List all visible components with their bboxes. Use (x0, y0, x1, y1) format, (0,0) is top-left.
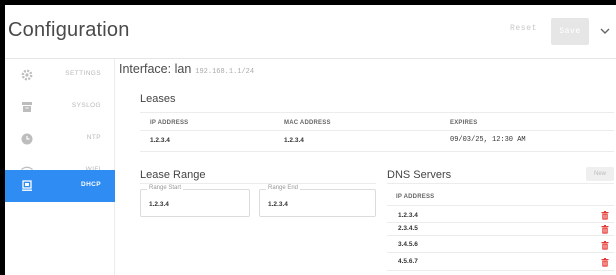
delete-icon[interactable] (601, 211, 609, 220)
app-window: Configuration Reset Save SETTINGS SYSLOG (5, 5, 616, 275)
lease-range-title: Lease Range (140, 169, 206, 181)
lease-ip: 1.2.3.4 (150, 137, 170, 144)
sidebar-item-syslog[interactable]: SYSLOG (5, 91, 115, 123)
sidebar: SETTINGS SYSLOG NTP WIFI (5, 59, 115, 275)
lease-expires: 09/03/25, 12:30 AM (450, 136, 526, 144)
divider (387, 252, 614, 253)
range-end-label: Range End (266, 185, 301, 191)
interface-subtitle: 192.168.1.1/24 (195, 68, 255, 76)
divider (387, 270, 614, 271)
dhcp-icon (22, 180, 32, 191)
delete-icon[interactable] (601, 258, 609, 267)
sidebar-item-label: SYSLOG (71, 102, 101, 109)
clock-icon (21, 133, 33, 145)
divider (387, 235, 614, 236)
page-title: Configuration (8, 19, 130, 41)
dns-server-ip: 3.4.5.6 (398, 241, 418, 248)
sidebar-item-label: DHCP (80, 181, 101, 188)
delete-icon[interactable] (601, 241, 609, 250)
sidebar-item-dhcp[interactable]: DHCP (5, 170, 115, 202)
divider (140, 151, 614, 152)
range-end-input[interactable] (268, 201, 348, 208)
interface-label: Interface: lan (119, 62, 192, 76)
dns-server-ip: 1.2.3.4 (398, 212, 418, 219)
divider (387, 183, 614, 184)
dns-server-ip: 4.5.6.7 (398, 258, 418, 265)
divider (387, 205, 614, 206)
range-start-label: Range Start (147, 185, 184, 191)
delete-icon[interactable] (601, 225, 609, 234)
leases-title: Leases (140, 93, 176, 105)
reset-button[interactable]: Reset (510, 24, 537, 33)
leases-col-mac: MAC ADDRESS (284, 120, 331, 126)
new-dns-button[interactable]: New (586, 167, 614, 181)
divider (140, 130, 614, 131)
dns-col-ip: IP ADDRESS (396, 194, 435, 200)
sidebar-item-label: NTP (86, 134, 101, 141)
leases-col-expires: EXPIRES (450, 120, 478, 126)
dns-servers-title: DNS Servers (387, 169, 452, 181)
header: Configuration Reset Save (5, 5, 616, 59)
divider (140, 183, 376, 184)
gear-icon (21, 69, 33, 81)
divider (140, 112, 614, 113)
sidebar-item-ntp[interactable]: NTP (5, 123, 115, 155)
sidebar-item-label: SETTINGS (65, 70, 101, 77)
lease-mac: 1.2.3.4 (284, 137, 304, 144)
divider (387, 222, 614, 223)
sidebar-item-settings[interactable]: SETTINGS (5, 59, 115, 91)
save-button[interactable]: Save (551, 18, 589, 45)
leases-col-ip: IP ADDRESS (150, 120, 189, 126)
main-content: Interface: lan 192.168.1.1/24 Leases IP A… (116, 59, 616, 275)
archive-icon (22, 102, 32, 112)
interface-title: Interface: lan 192.168.1.1/24 (119, 62, 254, 76)
chevron-down-icon[interactable] (599, 25, 611, 37)
range-start-input[interactable] (149, 201, 229, 208)
dns-server-ip: 2.3.4.5 (398, 225, 418, 232)
range-end-field[interactable]: Range End (259, 185, 376, 217)
range-start-field[interactable]: Range Start (140, 185, 250, 217)
